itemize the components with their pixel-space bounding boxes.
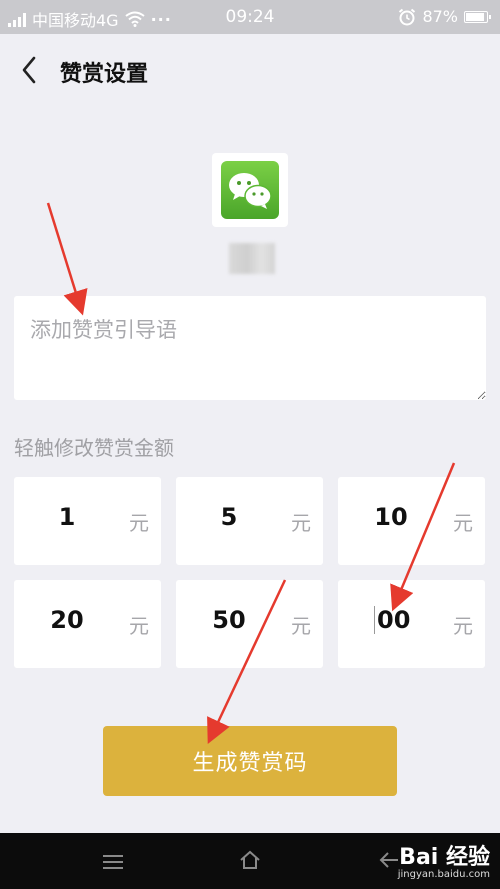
- arrow-to-input: [46, 202, 88, 316]
- amount-option-6[interactable]: 00 元: [338, 580, 485, 668]
- amount-unit: 元: [129, 614, 149, 638]
- amount-value: 1: [58, 503, 76, 531]
- guide-text-input[interactable]: [14, 296, 486, 400]
- amount-hint: 轻触修改赞赏金额: [14, 436, 174, 460]
- amount-option-2[interactable]: 5 元: [176, 477, 323, 565]
- battery-icon: [464, 10, 491, 23]
- amount-unit: 元: [291, 614, 311, 638]
- back-chevron-icon[interactable]: [16, 54, 46, 86]
- generate-code-button[interactable]: 生成赞赏码: [103, 726, 397, 796]
- wechat-logo: [221, 161, 279, 219]
- amount-option-5[interactable]: 50 元: [176, 580, 323, 668]
- amount-value: 5: [220, 503, 238, 531]
- battery-percent: 87%: [422, 7, 458, 26]
- amount-unit: 元: [129, 511, 149, 535]
- page-title: 赞赏设置: [60, 62, 149, 87]
- amount-option-1[interactable]: 1 元: [14, 477, 161, 565]
- system-nav-bar: Bai 经验 jingyan.baidu.com: [0, 833, 500, 889]
- header: 赞赏设置: [0, 34, 500, 106]
- home-icon[interactable]: [238, 849, 262, 871]
- watermark-url: jingyan.baidu.com: [397, 869, 490, 880]
- menu-icon[interactable]: [103, 855, 123, 873]
- status-bar: 中国移动4G ··· 09:24 87%: [0, 0, 500, 34]
- amount-unit: 元: [453, 614, 473, 638]
- watermark-brand: Bai 经验: [399, 845, 490, 870]
- amount-value: 20: [50, 606, 84, 634]
- amount-value: 10: [374, 503, 408, 531]
- amount-value-editing[interactable]: 00: [374, 606, 410, 634]
- watermark: Bai 经验 jingyan.baidu.com: [398, 839, 490, 880]
- amount-option-3[interactable]: 10 元: [338, 477, 485, 565]
- amount-option-4[interactable]: 20 元: [14, 580, 161, 668]
- blurred-username: [229, 243, 275, 274]
- amount-unit: 元: [453, 511, 473, 535]
- alarm-icon: [399, 8, 416, 25]
- amount-value: 50: [212, 606, 246, 634]
- amount-unit: 元: [291, 511, 311, 535]
- avatar: [212, 153, 288, 227]
